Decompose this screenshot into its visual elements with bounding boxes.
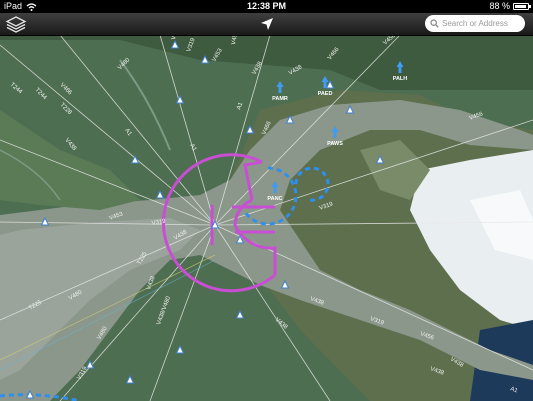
location-arrow-icon [261, 18, 273, 30]
airport-label: PANC [267, 196, 282, 202]
status-time: 12:38 PM [246, 1, 287, 11]
search-box[interactable] [425, 15, 525, 32]
map-toolbar [0, 13, 533, 36]
sectional-map[interactable]: V319 V456V438V480V453T244T225T228V438A1V4… [0, 0, 533, 401]
battery-icon [513, 3, 531, 10]
layers-button[interactable] [5, 14, 27, 34]
airport-label: PALH [393, 76, 408, 82]
airport-label: PAED [318, 91, 333, 97]
locate-button[interactable] [258, 15, 276, 33]
airport-label: PAWS [327, 141, 343, 147]
battery-percent: 88 % [489, 1, 510, 11]
search-icon [430, 19, 439, 28]
battery-fill [515, 5, 526, 8]
status-bar: iPad 12:38 PM 88 % [0, 0, 533, 13]
status-right: 88 % [489, 0, 531, 13]
airport-label: PAMR [272, 96, 288, 102]
search-input[interactable] [439, 19, 522, 28]
layers-icon [5, 16, 27, 33]
